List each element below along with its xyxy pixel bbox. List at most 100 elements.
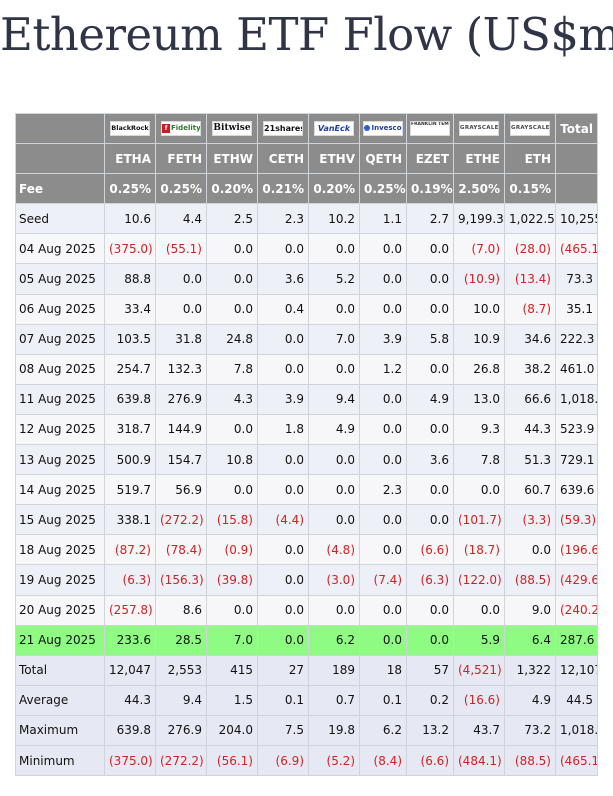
table-cell: 4.9: [504, 684, 556, 716]
table-cell: (257.8): [104, 594, 156, 626]
table-cell: 0.1: [359, 684, 407, 716]
ticker-cell: QETH: [359, 143, 407, 175]
table-cell: 1.2: [359, 353, 407, 385]
table-row: Minimum (375.0) (272.2) (56.1) (6.9) (5.2) (8.…: [15, 744, 598, 777]
issuer-logo-icon: FRANKLIN TEMPLETON: [410, 121, 450, 137]
ticker-cell: EZET: [406, 143, 454, 175]
table-cell: 1.5: [206, 684, 258, 716]
issuer-logo-text: VanEck: [317, 124, 351, 134]
table-cell: 1.1: [359, 203, 407, 235]
table-cell: 144.9: [155, 413, 207, 446]
table-cell: 0.0: [308, 504, 360, 536]
table-cell: 31.8: [155, 323, 207, 355]
table-cell: 38.2: [504, 353, 556, 385]
fee-cell: 0.25%: [155, 173, 207, 205]
ticker-cell: FETH: [155, 143, 207, 175]
table-cell: 9.4: [308, 383, 360, 415]
row-label: 15 Aug 2025: [15, 504, 105, 536]
row-label: Total: [15, 654, 105, 686]
row-label: 13 Aug 2025: [15, 444, 105, 476]
table-cell: 4.3: [206, 383, 258, 415]
table-cell: 222.3: [555, 323, 598, 355]
table-row: 21 Aug 2025 233.6 28.5 7.0 0.0 6.2 0.0 0.0 5.9 6.…: [15, 624, 598, 656]
table-cell: 500.9: [104, 444, 156, 476]
table-cell: 4.4: [155, 203, 207, 235]
table-row: 15 Aug 2025 338.1 (272.2) (15.8) (4.4) 0.0 0.0…: [15, 504, 598, 536]
table-cell: 0.0: [359, 413, 407, 446]
table-cell: 0.0: [406, 353, 454, 385]
table-cell: 6.2: [308, 624, 360, 656]
table-cell: (16.6): [453, 684, 505, 716]
table-cell: (55.1): [155, 233, 207, 265]
table-cell: 1,018.8: [555, 714, 598, 746]
table-cell: 7.0: [206, 624, 258, 656]
table-cell: 0.0: [308, 233, 360, 265]
table-row: Average 44.3 9.4 1.5 0.1 0.7 0.1 0.2 (16.6) 4.9 44…: [15, 684, 598, 716]
table-cell: 287.6: [555, 624, 598, 656]
table-cell: 13.2: [406, 714, 454, 746]
table-cell: (465.1): [555, 744, 598, 777]
table-cell: 0.0: [504, 534, 556, 566]
table-cell: 1,322: [504, 654, 556, 686]
table-cell: 461.0: [555, 353, 598, 385]
table-cell: 1,018.8: [555, 383, 598, 415]
table-cell: 88.8: [104, 263, 156, 295]
table-row: 20 Aug 2025 (257.8) 8.6 0.0 0.0 0.0 0.0 0.0 0.0 9…: [15, 594, 598, 626]
fee-row: Fee 0.25% 0.25% 0.20% 0.21% 0.20% 0.25% 0.19% 2…: [15, 173, 598, 205]
table-cell: 0.0: [257, 323, 309, 355]
table-cell: 276.9: [155, 714, 207, 746]
table-cell: 43.7: [453, 714, 505, 746]
table-cell: 0.1: [257, 684, 309, 716]
issuer-logo-text: GRAYSCALE: [511, 125, 550, 132]
row-label: Seed: [15, 203, 105, 235]
table-cell: 0.0: [308, 444, 360, 476]
table-cell: (101.7): [453, 504, 505, 536]
issuer-logo-cell: BlackRock: [104, 112, 156, 145]
fee-cell: 0.25%: [359, 173, 407, 205]
table-cell: (240.2): [555, 594, 598, 626]
table-cell: 73.2: [504, 714, 556, 746]
table-cell: (0.9): [206, 534, 258, 566]
table-cell: 639.8: [104, 714, 156, 746]
table-cell: (78.4): [155, 534, 207, 566]
table-cell: 5.2: [308, 263, 360, 295]
table-cell: (87.2): [104, 534, 156, 566]
table-cell: (3.0): [308, 564, 360, 596]
table-cell: 0.0: [359, 504, 407, 536]
issuer-logo-cell: VanEck: [308, 112, 360, 145]
table-cell: 4.9: [406, 383, 454, 415]
issuer-logo-text: Fidelity: [171, 124, 201, 133]
table-cell: (7.4): [359, 564, 407, 596]
table-cell: 254.7: [104, 353, 156, 385]
table-cell: 44.5: [555, 684, 598, 716]
table-cell: (375.0): [104, 744, 156, 777]
table-cell: 10.0: [453, 293, 505, 325]
table-cell: 3.6: [257, 263, 309, 295]
ticker-total-blank: [555, 143, 598, 175]
issuer-logo-cell: Invesco: [359, 112, 407, 145]
fee-total-blank: [555, 173, 598, 205]
corner-cell: [15, 112, 105, 145]
table-cell: 4.9: [308, 413, 360, 446]
fidelity-mark-icon: f: [162, 123, 170, 133]
table-cell: 3.9: [359, 323, 407, 355]
table-cell: (28.0): [504, 233, 556, 265]
row-label: 04 Aug 2025: [15, 233, 105, 265]
row-label: Maximum: [15, 714, 105, 746]
table-cell: 13.0: [453, 383, 505, 415]
table-cell: (4.8): [308, 534, 360, 566]
table-row: 04 Aug 2025 (375.0) (55.1) 0.0 0.0 0.0 0.0 0.0(…: [15, 233, 598, 265]
table-cell: 66.6: [504, 383, 556, 415]
table-cell: 7.8: [453, 444, 505, 476]
table-cell: (272.2): [155, 744, 207, 777]
table-cell: 0.0: [206, 413, 258, 446]
table-cell: (122.0): [453, 564, 505, 596]
table-cell: 0.0: [206, 293, 258, 325]
table-cell: 2.7: [406, 203, 454, 235]
table-cell: 9.0: [504, 594, 556, 626]
table-cell: 0.0: [155, 263, 207, 295]
row-label: 21 Aug 2025: [15, 624, 105, 656]
table-cell: 12,107: [555, 654, 598, 686]
table-cell: 9.3: [453, 413, 505, 446]
table-cell: 415: [206, 654, 258, 686]
